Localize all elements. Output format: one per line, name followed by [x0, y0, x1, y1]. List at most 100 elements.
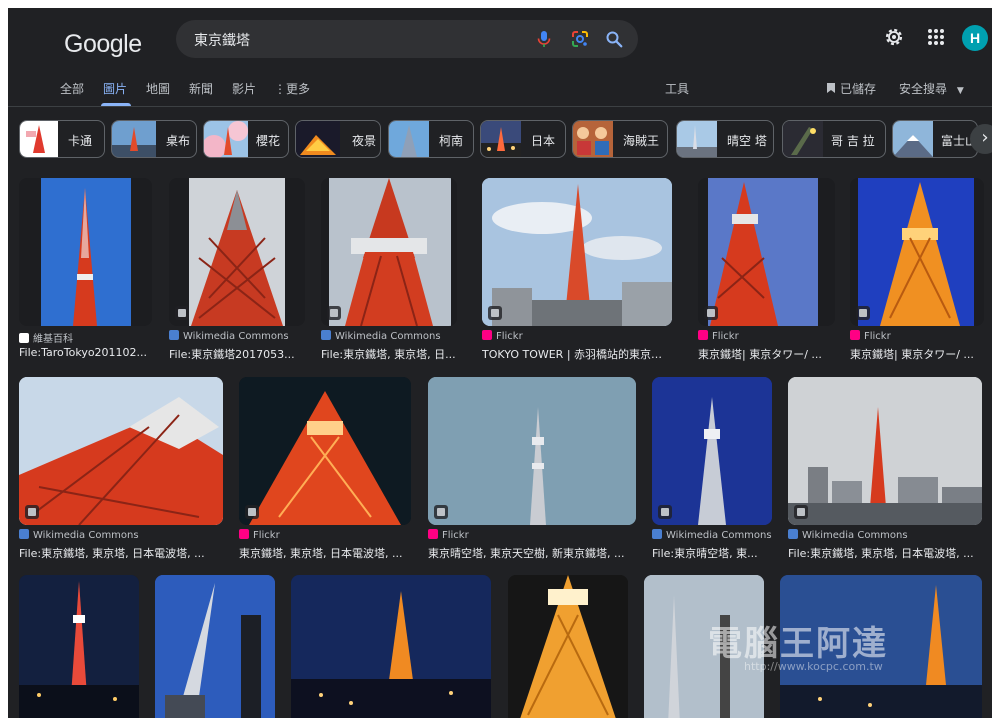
result-source-name: Flickr	[253, 530, 280, 541]
result-source[interactable]: 維基百科	[19, 330, 73, 345]
result-thumbnail[interactable]	[19, 575, 139, 718]
chip-wallpaper[interactable]: 桌布	[111, 120, 197, 158]
result-title[interactable]: 東京鐵塔| 東京タワー/ ...	[698, 346, 835, 362]
tab-images[interactable]: 圖片	[103, 80, 127, 97]
chip-one-piece[interactable]: 海賊王	[572, 120, 668, 158]
result-title[interactable]: 東京鐵塔| 東京タワー/ ...	[850, 346, 984, 362]
tokyo-tower-image	[482, 178, 672, 326]
result-source-name: Wikimedia Commons	[335, 331, 441, 342]
tokyo-tower-image	[708, 178, 818, 326]
chip-label: 晴空 塔	[727, 134, 767, 148]
search-bar[interactable]: 東京鐵塔	[176, 20, 638, 58]
skytree-night-image	[19, 575, 139, 718]
result-source[interactable]: Wikimedia Commons	[169, 330, 289, 342]
result-thumbnail[interactable]	[239, 377, 411, 525]
tab-more[interactable]: ⋮更多	[274, 80, 310, 97]
tools-button[interactable]: 工具	[665, 80, 689, 97]
image-badge-icon	[175, 306, 189, 320]
microphone-icon[interactable]	[534, 29, 554, 49]
safesearch-dropdown[interactable]: 安全搜尋 ▼	[899, 80, 964, 97]
result-thumbnail[interactable]	[19, 377, 223, 525]
image-badge-icon	[658, 505, 672, 519]
flickr-icon	[482, 330, 492, 340]
result-source[interactable]: Wikimedia Commons	[652, 529, 772, 541]
google-lens-icon[interactable]	[570, 29, 590, 49]
result-source[interactable]: Flickr	[698, 330, 739, 342]
chip-conan[interactable]: 柯南	[388, 120, 474, 158]
chip-japan[interactable]: 日本	[480, 120, 566, 158]
settings-gear-icon[interactable]	[882, 25, 906, 49]
tab-more-label: 更多	[286, 82, 311, 96]
result-source[interactable]: Wikimedia Commons	[788, 529, 908, 541]
result-source-name: 維基百科	[33, 334, 73, 345]
result-title[interactable]: 東京晴空塔, 東京天空樹, 新東京鐵塔, ...	[428, 545, 636, 561]
search-input[interactable]: 東京鐵塔	[194, 30, 250, 50]
result-thumbnail[interactable]	[698, 178, 835, 326]
tab-news[interactable]: 新聞	[189, 80, 213, 97]
google-logo[interactable]: Google	[64, 30, 142, 59]
chip-cherry-blossom[interactable]: 櫻花	[203, 120, 289, 158]
result-thumbnail[interactable]	[482, 178, 672, 326]
image-badge-icon	[434, 505, 448, 519]
chip-label: 桌布	[166, 134, 191, 148]
saved-button[interactable]: 已儲存	[826, 80, 876, 97]
result-source[interactable]: Wikimedia Commons	[19, 529, 139, 541]
chip-thumbnail	[112, 121, 156, 157]
tab-videos[interactable]: 影片	[232, 80, 256, 97]
account-avatar[interactable]: H	[962, 25, 988, 51]
result-thumbnail[interactable]	[850, 178, 984, 326]
chip-godzilla[interactable]: 哥 吉 拉	[782, 120, 886, 158]
skytree-image	[428, 377, 636, 525]
result-thumbnail[interactable]	[19, 178, 152, 326]
flickr-icon	[850, 330, 860, 340]
chip-night-view[interactable]: 夜景	[295, 120, 381, 158]
result-title[interactable]: File:東京鐵塔, 東京塔, 日本電波塔, ...	[19, 545, 223, 561]
result-source-name: Flickr	[864, 331, 891, 342]
result-thumbnail[interactable]	[788, 377, 982, 525]
tab-maps[interactable]: 地圖	[146, 80, 170, 97]
result-title[interactable]: File:東京晴空塔, 東...	[652, 545, 772, 561]
result-thumbnail[interactable]	[169, 178, 305, 326]
result-source[interactable]: Flickr	[239, 529, 280, 541]
chip-mount-fuji[interactable]: 富士山	[892, 120, 978, 158]
chip-label: 柯南	[439, 134, 464, 148]
wikimedia-icon	[169, 330, 179, 340]
skytree-image	[155, 575, 275, 718]
chip-thumbnail	[20, 121, 58, 157]
tokyo-tower-image	[788, 377, 982, 525]
chip-thumbnail	[389, 121, 429, 157]
chip-thumbnail	[481, 121, 521, 157]
result-source-name: Flickr	[442, 530, 469, 541]
result-title[interactable]: 東京鐵塔, 東京塔, 日本電波塔, ...	[239, 545, 411, 561]
watermark: 電腦王阿達	[708, 624, 888, 664]
result-title[interactable]: File:TaroTokyo201102...	[19, 346, 152, 359]
google-images-page: Google 東京鐵塔 H 全部 圖片 地圖 新聞 影片 ⋮更多 工具 已儲存 …	[8, 8, 992, 718]
result-source[interactable]: Flickr	[482, 330, 523, 342]
image-badge-icon	[856, 306, 870, 320]
chip-cartoon[interactable]: 卡通	[19, 120, 105, 158]
saved-label: 已儲存	[840, 82, 877, 96]
result-source[interactable]: Flickr	[428, 529, 469, 541]
flickr-icon	[239, 529, 249, 539]
result-title[interactable]: File:東京鐵塔, 東京塔, 日本電波塔, ...	[788, 545, 982, 561]
result-source-name: Flickr	[712, 331, 739, 342]
result-source-name: Wikimedia Commons	[802, 530, 908, 541]
tokyo-tower-image	[189, 178, 285, 326]
result-title[interactable]: TOKYO TOWER | 赤羽橋站的東京鐵...	[482, 346, 672, 362]
tab-all[interactable]: 全部	[60, 80, 84, 97]
result-title[interactable]: File:東京鐵塔, 東京塔, 日...	[321, 346, 457, 362]
result-thumbnail[interactable]	[291, 575, 491, 718]
chips-next-arrow-icon[interactable]: ›	[970, 124, 992, 154]
apps-grid-icon[interactable]	[924, 25, 948, 49]
result-thumbnail[interactable]	[508, 575, 628, 718]
result-thumbnail[interactable]	[155, 575, 275, 718]
chip-skytree[interactable]: 晴空 塔	[676, 120, 774, 158]
result-source[interactable]: Flickr	[850, 330, 891, 342]
result-source[interactable]: Wikimedia Commons	[321, 330, 441, 342]
result-title[interactable]: File:東京鐵塔2017053...	[169, 346, 305, 362]
search-icon[interactable]	[604, 29, 624, 49]
result-thumbnail[interactable]	[428, 377, 636, 525]
result-thumbnail[interactable]	[652, 377, 772, 525]
chevron-down-icon: ▼	[956, 86, 964, 96]
result-thumbnail[interactable]	[321, 178, 457, 326]
